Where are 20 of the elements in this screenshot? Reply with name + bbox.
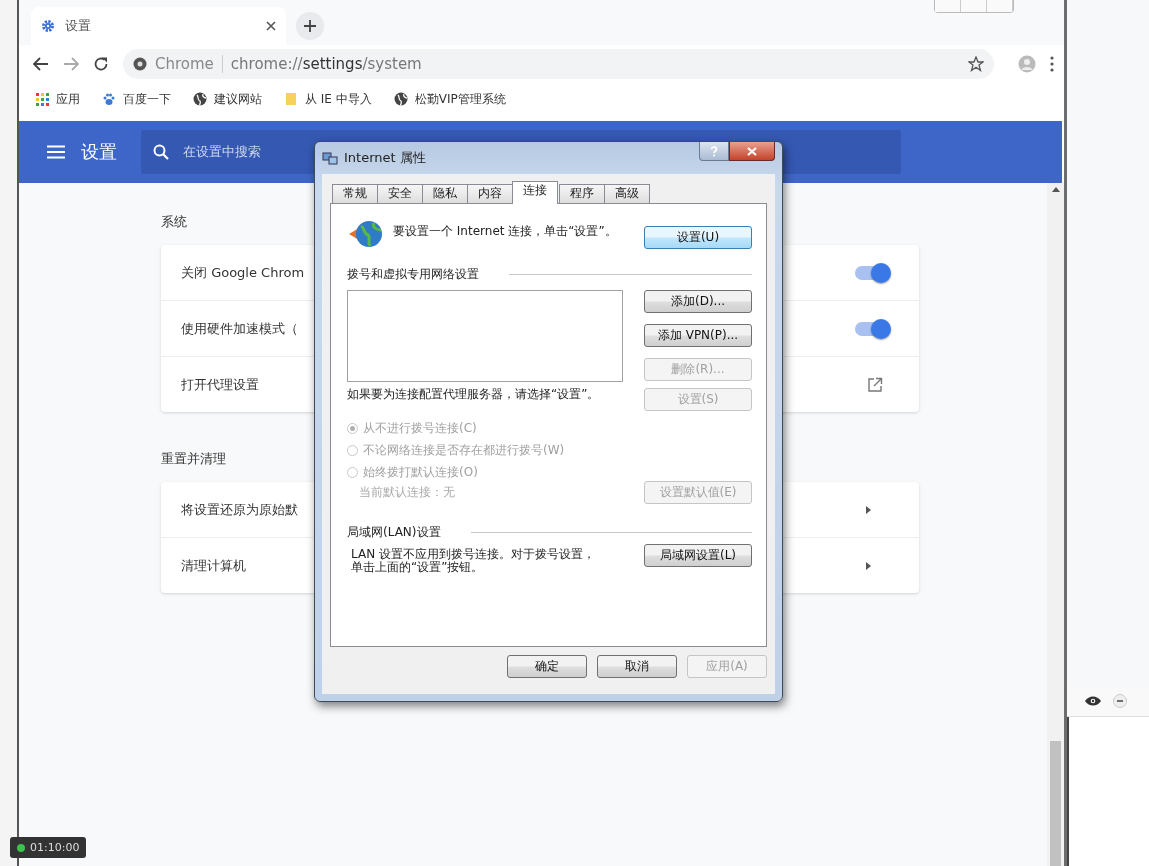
site-chip: Chrome <box>155 55 223 73</box>
group-label: 拨号和虚拟专用网络设置 <box>347 265 479 283</box>
dialog-title: Internet 属性 <box>344 149 427 167</box>
instruction-text: 如果要为连接配置代理服务器，请选择“设置”。 <box>347 388 601 401</box>
search-placeholder: 在设置中搜索 <box>183 143 261 161</box>
group-label: 局域网(LAN)设置 <box>347 523 441 541</box>
setting-label: 打开代理设置 <box>181 375 259 394</box>
tab-title: 设置 <box>65 17 92 35</box>
settings-title: 设置 <box>81 140 118 164</box>
instruction-text: LAN 设置不应用到拨号连接。对于拨号设置，单击上面的“设置”按钮。 <box>350 546 596 574</box>
default-connection-label: 当前默认连接：无 <box>358 484 455 501</box>
section-title: 系统 <box>161 213 187 229</box>
instruction-text: 要设置一个 Internet 连接，单击“设置”。 <box>393 223 618 238</box>
setting-label: 清理计算机 <box>181 556 246 575</box>
setting-label: 使用硬件加速模式（ <box>181 319 298 338</box>
setting-label: 将设置还原为原始默 <box>181 500 298 519</box>
section-title: 重置并清理 <box>161 450 226 466</box>
setting-label: 关闭 Google Chrom <box>181 263 305 282</box>
url-text: chrome://settings/system <box>230 55 422 73</box>
recording-timer: 01:10:00 <box>10 837 87 858</box>
